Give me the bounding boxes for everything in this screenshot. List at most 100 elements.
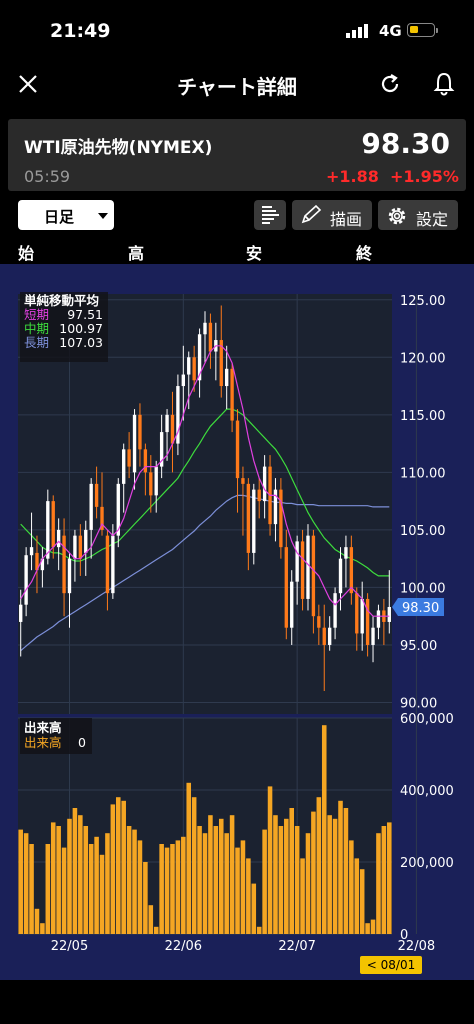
ma-legend: 単純移動平均 短期 97.51 中期 100.97 長期 107.03 [20,292,108,362]
candle-body [73,535,77,559]
ohlc-open-label: 始 [18,244,35,263]
volume-bar [23,833,29,934]
price-tick-label: 105.00 [400,524,446,539]
candle-body [322,627,326,645]
volume-bar [338,800,343,934]
candle-body [143,449,148,473]
volume-bar [381,826,387,934]
date-tick-label: 22/08 [398,939,435,954]
candle-body [165,414,169,433]
indicator-button[interactable] [254,200,286,230]
date-tick-label: 22/06 [165,939,202,954]
volume-bar [354,858,360,934]
ohlc-high-label: 高 [128,244,145,263]
volume-bar [229,815,235,934]
crosshair-date: < 08/01 > [360,956,422,990]
candle-body [111,535,115,594]
candle-body [311,535,316,617]
price-change-pct: +1.95% [390,167,459,186]
ma-short-value: 97.51 [67,307,103,322]
candle-body [349,547,354,594]
period-select[interactable]: 日足 [18,200,114,230]
nav-bar: チャート詳細 [0,60,474,110]
reload-icon[interactable] [378,72,402,96]
volume-bar [305,833,311,934]
signal-icon [346,24,368,38]
quote-panel: WTI原油先物(NYMEX) 98.30 05:59 +1.88 +1.95% [8,119,466,191]
volume-bar [300,858,305,934]
ma-mid-label: 中期 [24,321,50,336]
candle-body [94,483,99,507]
volume-bar [143,862,148,934]
price-tick-label: 120.00 [400,351,446,366]
candle-body [262,466,267,502]
volume-bar [148,905,154,934]
price-tick-label: 90.00 [400,696,437,711]
candle-body [246,483,251,553]
volume-bar [387,822,392,934]
ohlc-close-label: 終 [356,244,373,263]
volume-bar [197,826,202,934]
last-price: 98.30 [361,127,450,160]
ma-legend-mid: 中期 100.97 [20,322,108,336]
candle-body [376,610,381,628]
ma-legend-short: 短期 97.51 [20,308,108,322]
volume-legend-value: 0 [78,735,86,750]
candle-body [181,374,185,387]
volume-bar [284,818,289,934]
volume-bar [191,797,197,934]
candle-body [154,466,158,496]
volume-bar [132,829,137,934]
volume-bar [126,826,132,934]
candle-body [208,322,213,352]
volume-bar [256,926,262,934]
candle-body [230,368,234,421]
candle-body [306,535,310,599]
candle-body [257,489,261,502]
candle-body [295,541,299,582]
volume-bar [202,833,208,934]
volume-bar [34,908,40,934]
candle-body [170,414,175,444]
volume-bar [61,847,67,934]
volume-bar [50,822,56,934]
volume-bar [208,815,213,934]
volume-bar [213,826,219,934]
volume-bar [186,782,192,934]
volume-legend: 出来高 出来高 0 [20,718,92,754]
candle-body [279,489,283,548]
volume-bar [40,923,45,934]
candle-body [67,558,72,594]
volume-bar [67,818,72,934]
price-change: +1.88 [326,167,379,186]
candle-body [51,501,55,548]
candle-body [203,322,207,335]
volume-bar [349,840,354,934]
candle-body [105,535,110,594]
bell-icon[interactable] [432,71,456,97]
candle-body [122,449,126,484]
date-tick-label: 22/05 [51,939,88,954]
settings-button[interactable]: 設定 [378,200,458,230]
draw-button[interactable]: 描画 [292,200,372,230]
candle-body [84,529,88,553]
volume-bar [359,869,365,934]
volume-bar [164,847,170,934]
candle-body [371,627,375,645]
volume-tick-label: 200,000 [400,856,454,871]
volume-legend-row: 出来高 0 [20,735,92,750]
volume-bar [311,811,316,934]
price-chart[interactable]: 125.00 120.00 115.00 110.00 105.00 100.00 95.0… [0,264,474,980]
candle-body [78,535,83,559]
price-tick-label: 125.00 [400,294,446,309]
candle-body [317,616,321,628]
candle-body [338,558,343,594]
network-type: 4G [379,22,402,40]
ma-short-label: 短期 [24,307,50,322]
chart-area[interactable]: 125.00 120.00 115.00 110.00 105.00 100.00 95.0… [0,264,474,980]
price-tick-label: 100.00 [400,581,446,596]
volume-bar [316,797,322,934]
volume-bar [181,836,186,934]
candle-body [29,547,34,556]
volume-bar [273,815,278,934]
